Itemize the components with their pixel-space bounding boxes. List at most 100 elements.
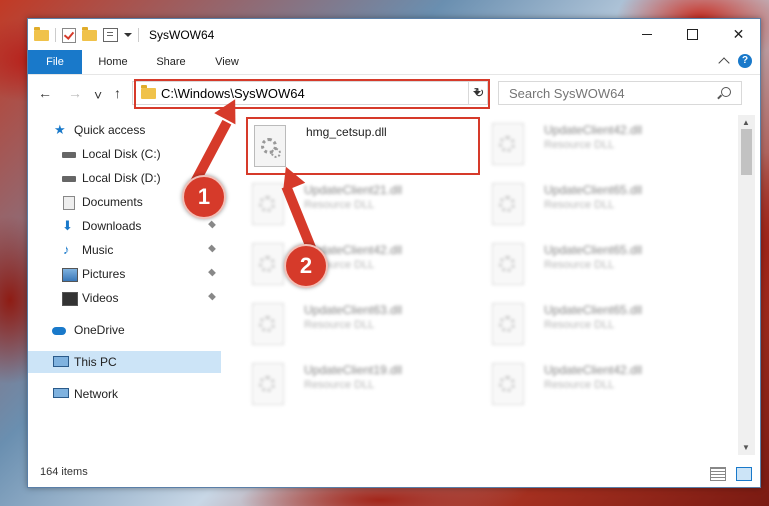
file-item[interactable]: UpdateClient42.dll Resource DLL <box>246 237 476 291</box>
ribbon-controls: ? <box>718 54 752 69</box>
sidebar-item-network[interactable]: Network <box>28 383 221 405</box>
file-type: Resource DLL <box>304 379 375 391</box>
file-name: UpdateClient65.dll <box>544 183 643 197</box>
file-type: Resource DLL <box>544 199 615 211</box>
tab-view[interactable]: View <box>202 50 252 74</box>
gear-icon <box>499 136 515 152</box>
file-type: Resource DLL <box>304 319 375 331</box>
help-icon[interactable]: ? <box>738 54 752 68</box>
search-box[interactable] <box>498 81 742 105</box>
tab-share[interactable]: Share <box>144 50 198 74</box>
music-icon: ♪ <box>63 242 70 257</box>
maximize-button[interactable] <box>670 19 715 50</box>
file-type: Resource DLL <box>544 379 615 391</box>
new-folder-icon[interactable] <box>82 26 97 41</box>
pictures-icon <box>62 268 78 282</box>
forward-button[interactable]: → <box>68 85 82 101</box>
file-explorer-window: SysWOW64 ✕ File Home Share View ? ← → ˅ … <box>27 18 761 488</box>
sidebar-item-label: Downloads <box>82 219 142 233</box>
toolbar-divider <box>55 28 56 42</box>
sidebar-item-label: Local Disk (D:) <box>82 171 161 185</box>
dll-file-icon <box>254 125 286 167</box>
sidebar-item-local-disk-c[interactable]: Local Disk (C:) <box>28 143 221 165</box>
scroll-down-icon[interactable]: ▼ <box>742 443 750 452</box>
videos-icon <box>62 292 78 306</box>
file-item[interactable]: UpdateClient65.dll Resource DLL <box>486 297 716 351</box>
sidebar-item-label: OneDrive <box>74 323 125 337</box>
file-type: Resource DLL <box>544 139 615 151</box>
file-item[interactable]: UpdateClient19.dll Resource DLL <box>246 357 476 411</box>
window-title: SysWOW64 <box>149 28 215 42</box>
dll-file-icon <box>252 303 284 345</box>
sidebar-item-downloads[interactable]: ⬇ Downloads <box>28 215 221 237</box>
sidebar-item-label: Pictures <box>82 267 126 281</box>
file-name: UpdateClient19.dll <box>304 363 403 377</box>
file-type: Resource DLL <box>304 199 375 211</box>
gear-icon <box>499 196 515 212</box>
back-button[interactable]: ← <box>38 85 52 101</box>
file-type: Resource DLL <box>544 259 615 271</box>
navigation-pane: ★ Quick access Local Disk (C:) Local Dis… <box>28 115 221 455</box>
drive-icon <box>62 152 76 158</box>
minimize-button[interactable] <box>624 19 669 50</box>
file-item-selected[interactable]: hmg_cetsup.dll <box>246 117 480 175</box>
details-view-icon[interactable] <box>710 467 726 481</box>
callout-step-1: 1 <box>182 175 226 219</box>
sidebar-item-music[interactable]: ♪ Music <box>28 239 221 261</box>
maximize-icon <box>687 29 698 40</box>
network-icon <box>53 388 69 398</box>
chevron-up-icon[interactable] <box>718 57 730 69</box>
sidebar-item-onedrive[interactable]: OneDrive <box>28 319 221 341</box>
ribbon-tabs: File Home Share View ? <box>28 50 760 75</box>
file-type: Resource DLL <box>544 319 615 331</box>
recent-locations-button[interactable]: ˅ <box>94 87 102 103</box>
gear-icon <box>259 256 275 272</box>
dll-file-icon <box>252 183 284 225</box>
up-button[interactable]: ↑ <box>114 85 121 101</box>
search-input[interactable] <box>507 84 711 102</box>
onedrive-icon <box>52 327 66 335</box>
scroll-up-icon[interactable]: ▲ <box>742 118 750 127</box>
sidebar-item-label: Music <box>82 243 114 257</box>
dll-file-icon <box>492 363 524 405</box>
search-icon[interactable] <box>721 87 731 97</box>
sidebar-item-quick-access[interactable]: ★ Quick access <box>28 119 221 141</box>
close-button[interactable]: ✕ <box>716 19 761 50</box>
file-item[interactable]: UpdateClient42.dll Resource DLL <box>486 117 716 171</box>
large-icons-view-icon[interactable] <box>736 467 752 481</box>
this-pc-icon <box>53 356 69 367</box>
tab-file[interactable]: File <box>28 50 82 74</box>
minimize-icon <box>641 34 652 35</box>
dll-file-icon <box>492 303 524 345</box>
file-item[interactable]: UpdateClient65.dll Resource DLL <box>486 177 716 231</box>
file-name: UpdateClient65.dll <box>544 303 643 317</box>
gear-icon <box>259 316 275 332</box>
file-name: UpdateClient63.dll <box>304 303 403 317</box>
file-name: UpdateClient21.dll <box>304 183 403 197</box>
vertical-scrollbar[interactable]: ▲ ▼ <box>738 115 755 455</box>
gear-icon <box>259 376 275 392</box>
quick-access-toolbar: SysWOW64 <box>34 26 214 44</box>
status-bar: 164 items <box>28 463 760 485</box>
pin-icon[interactable] <box>208 294 216 302</box>
dll-file-icon <box>252 363 284 405</box>
pin-icon[interactable] <box>208 270 216 278</box>
chevron-down-icon[interactable] <box>124 33 132 37</box>
sidebar-item-pictures[interactable]: Pictures <box>28 263 221 285</box>
customize-toolbar-icon[interactable] <box>103 28 118 42</box>
properties-check-icon[interactable] <box>62 27 76 43</box>
file-name: UpdateClient42.dll <box>544 363 643 377</box>
sidebar-item-label: This PC <box>74 355 117 369</box>
sidebar-item-videos[interactable]: Videos <box>28 287 221 309</box>
sidebar-item-label: Videos <box>82 291 119 305</box>
tab-home[interactable]: Home <box>86 50 140 74</box>
file-name: UpdateClient65.dll <box>544 243 643 257</box>
file-item[interactable]: UpdateClient42.dll Resource DLL <box>486 357 716 411</box>
file-item[interactable]: UpdateClient65.dll Resource DLL <box>486 237 716 291</box>
scrollbar-thumb[interactable] <box>741 129 752 175</box>
sidebar-item-this-pc[interactable]: This PC <box>28 351 221 373</box>
gear-icon <box>259 196 275 212</box>
file-item[interactable]: UpdateClient63.dll Resource DLL <box>246 297 476 351</box>
pin-icon[interactable] <box>208 246 216 254</box>
pin-icon[interactable] <box>208 222 216 230</box>
